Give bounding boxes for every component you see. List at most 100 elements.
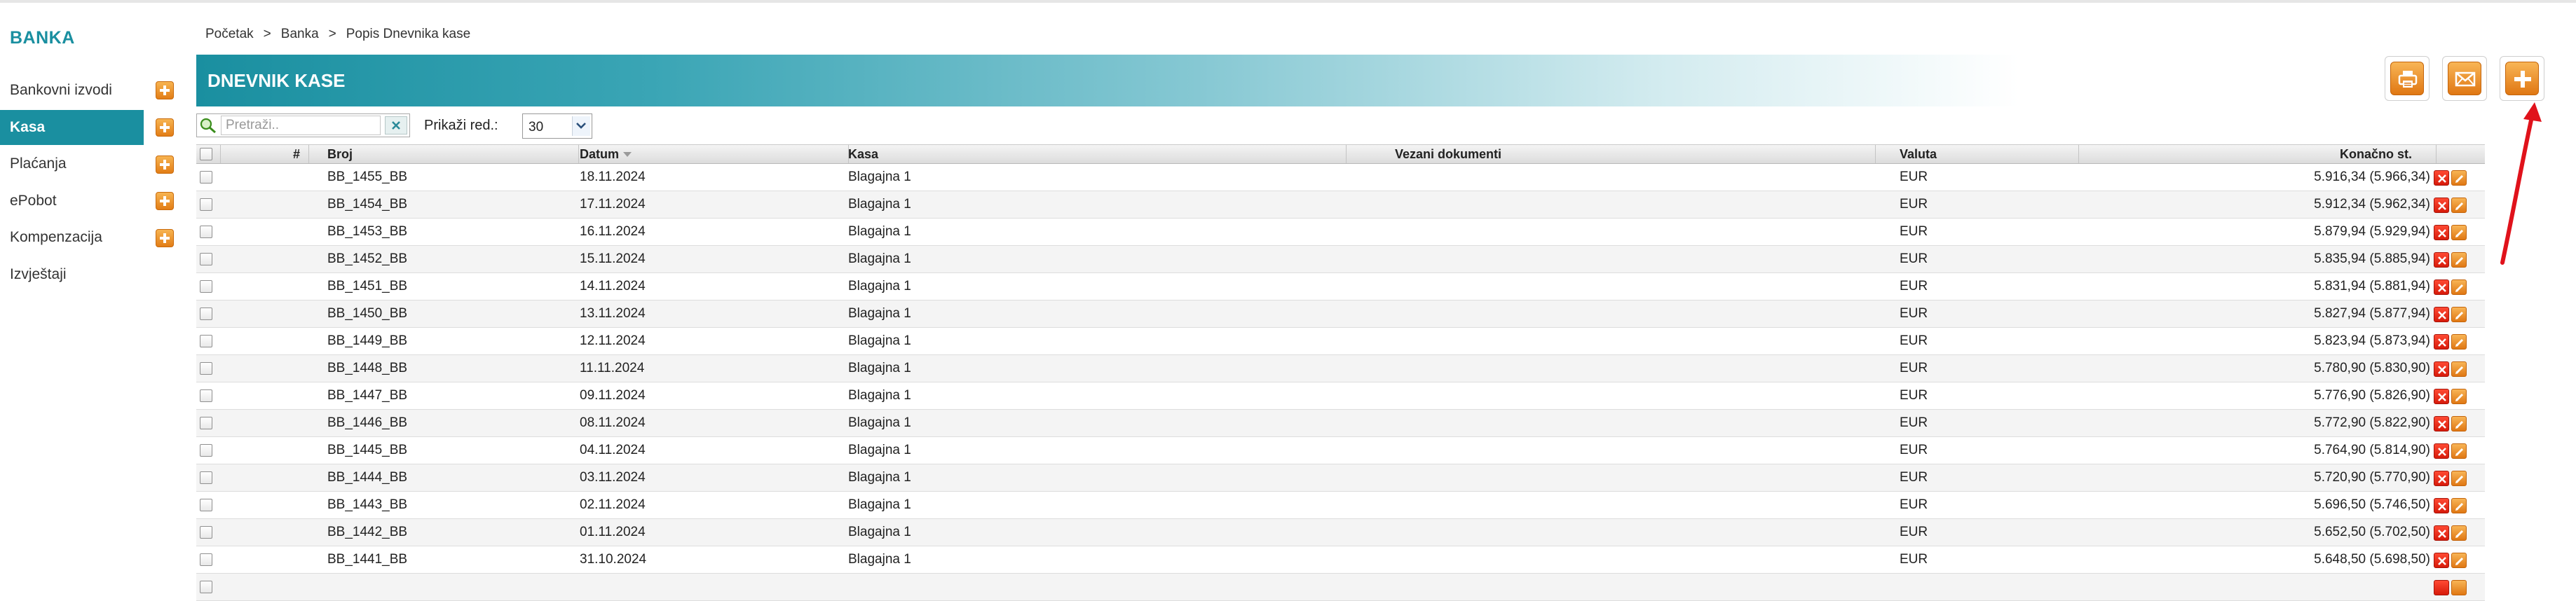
cell-broj[interactable]: BB_1454_BB: [327, 191, 407, 218]
search-input[interactable]: [221, 116, 381, 135]
email-button[interactable]: [2442, 56, 2487, 101]
cell-broj[interactable]: BB_1453_BB: [327, 219, 407, 245]
table-row[interactable]: BB_1454_BB 17.11.2024 Blagajna 1 EUR 5.912,3…: [196, 191, 2485, 219]
table-row[interactable]: BB_1441_BB 31.10.2024 Blagajna 1 EUR 5.648,5…: [196, 546, 2485, 574]
add-kompenzacija-icon[interactable]: [156, 229, 174, 247]
cell-broj[interactable]: BB_1447_BB: [327, 382, 407, 409]
cell-broj[interactable]: BB_1443_BB: [327, 492, 407, 518]
edit-button[interactable]: [2451, 471, 2467, 486]
edit-button[interactable]: [2451, 498, 2467, 513]
table-row[interactable]: BB_1445_BB 04.11.2024 Blagajna 1 EUR 5.764,9…: [196, 437, 2485, 464]
sidebar-item-izvjestaji[interactable]: Izvještaji: [0, 257, 144, 292]
delete-button[interactable]: [2434, 553, 2449, 568]
edit-button[interactable]: [2451, 225, 2467, 240]
table-row[interactable]: BB_1450_BB 13.11.2024 Blagajna 1 EUR 5.827,9…: [196, 300, 2485, 328]
rows-per-page-select[interactable]: 30: [522, 113, 592, 139]
table-row[interactable]: BB_1443_BB 02.11.2024 Blagajna 1 EUR 5.696,5…: [196, 492, 2485, 519]
column-header-konacno-stanje[interactable]: Konačno st.: [2340, 145, 2412, 163]
edit-button[interactable]: [2451, 252, 2467, 268]
cell-broj[interactable]: BB_1450_BB: [327, 300, 407, 327]
delete-button[interactable]: [2434, 416, 2449, 431]
column-header-datum[interactable]: Datum: [580, 145, 632, 163]
cell-broj[interactable]: BB_1452_BB: [327, 246, 407, 272]
add-placanje-icon[interactable]: [156, 156, 174, 174]
row-checkbox[interactable]: [200, 273, 212, 300]
row-checkbox[interactable]: [200, 410, 212, 436]
delete-button[interactable]: [2434, 334, 2449, 350]
table-row[interactable]: BB_1449_BB 12.11.2024 Blagajna 1 EUR 5.823,9…: [196, 328, 2485, 355]
cell-broj[interactable]: BB_1441_BB: [327, 546, 407, 573]
sidebar-item-kasa[interactable]: Kasa: [0, 110, 144, 145]
edit-button[interactable]: [2451, 198, 2467, 213]
edit-button[interactable]: [2451, 170, 2467, 186]
cell-broj[interactable]: BB_1455_BB: [327, 164, 407, 191]
edit-button[interactable]: [2451, 580, 2467, 595]
column-header-kasa[interactable]: Kasa: [848, 145, 878, 163]
select-all-checkbox[interactable]: [200, 145, 212, 163]
sidebar-item-epobot[interactable]: ePobot: [0, 184, 144, 219]
delete-button[interactable]: [2434, 389, 2449, 404]
row-checkbox[interactable]: [200, 519, 212, 546]
column-header-broj[interactable]: Broj: [327, 145, 353, 163]
table-row[interactable]: BB_1442_BB 01.11.2024 Blagajna 1 EUR 5.652,5…: [196, 519, 2485, 546]
table-row[interactable]: BB_1446_BB 08.11.2024 Blagajna 1 EUR 5.772,9…: [196, 410, 2485, 437]
breadcrumb-item-banka[interactable]: Banka: [281, 27, 319, 42]
delete-button[interactable]: [2434, 580, 2449, 595]
row-checkbox[interactable]: [200, 355, 212, 382]
delete-button[interactable]: [2434, 279, 2449, 295]
column-header-valuta[interactable]: Valuta: [1900, 145, 1937, 163]
delete-button[interactable]: [2434, 198, 2449, 213]
table-row[interactable]: [196, 574, 2485, 601]
delete-button[interactable]: [2434, 471, 2449, 486]
table-row[interactable]: BB_1444_BB 03.11.2024 Blagajna 1 EUR 5.720,9…: [196, 464, 2485, 492]
delete-button[interactable]: [2434, 498, 2449, 513]
delete-button[interactable]: [2434, 252, 2449, 268]
table-row[interactable]: BB_1447_BB 09.11.2024 Blagajna 1 EUR 5.776,9…: [196, 382, 2485, 410]
delete-button[interactable]: [2434, 525, 2449, 541]
clear-search-button[interactable]: [385, 116, 407, 134]
edit-button[interactable]: [2451, 525, 2467, 541]
cell-broj[interactable]: BB_1451_BB: [327, 273, 407, 300]
edit-button[interactable]: [2451, 279, 2467, 295]
edit-button[interactable]: [2451, 553, 2467, 568]
row-checkbox[interactable]: [200, 546, 212, 573]
edit-button[interactable]: [2451, 416, 2467, 431]
row-checkbox[interactable]: [200, 437, 212, 464]
delete-button[interactable]: [2434, 225, 2449, 240]
row-checkbox[interactable]: [200, 574, 212, 600]
delete-button[interactable]: [2434, 443, 2449, 459]
cell-broj[interactable]: BB_1449_BB: [327, 328, 407, 354]
print-button[interactable]: [2385, 56, 2430, 101]
edit-button[interactable]: [2451, 443, 2467, 459]
row-checkbox[interactable]: [200, 219, 212, 245]
sidebar-item-bankovni-izvodi[interactable]: Bankovni izvodi: [0, 73, 144, 108]
cell-broj[interactable]: BB_1445_BB: [327, 437, 407, 464]
row-checkbox[interactable]: [200, 328, 212, 354]
add-bankovni-izvod-icon[interactable]: [156, 81, 174, 99]
table-row[interactable]: BB_1453_BB 16.11.2024 Blagajna 1 EUR 5.879,9…: [196, 219, 2485, 246]
delete-button[interactable]: [2434, 170, 2449, 186]
row-checkbox[interactable]: [200, 164, 212, 191]
row-checkbox[interactable]: [200, 300, 212, 327]
edit-button[interactable]: [2451, 389, 2467, 404]
cell-broj[interactable]: BB_1442_BB: [327, 519, 407, 546]
row-checkbox[interactable]: [200, 246, 212, 272]
table-row[interactable]: BB_1455_BB 18.11.2024 Blagajna 1 EUR 5.916,3…: [196, 164, 2485, 191]
delete-button[interactable]: [2434, 361, 2449, 377]
sidebar-item-kompenzacija[interactable]: Kompenzacija: [0, 220, 144, 255]
add-epobot-icon[interactable]: [156, 192, 174, 210]
cell-broj[interactable]: BB_1444_BB: [327, 464, 407, 491]
sidebar-item-placanja[interactable]: Plaćanja: [0, 146, 144, 181]
row-checkbox[interactable]: [200, 464, 212, 491]
table-row[interactable]: BB_1448_BB 11.11.2024 Blagajna 1 EUR 5.780,9…: [196, 355, 2485, 382]
row-checkbox[interactable]: [200, 382, 212, 409]
edit-button[interactable]: [2451, 334, 2467, 350]
table-row[interactable]: BB_1452_BB 15.11.2024 Blagajna 1 EUR 5.835,9…: [196, 246, 2485, 273]
row-checkbox[interactable]: [200, 492, 212, 518]
add-button[interactable]: [2500, 56, 2544, 101]
edit-button[interactable]: [2451, 307, 2467, 322]
edit-button[interactable]: [2451, 361, 2467, 377]
cell-broj[interactable]: BB_1446_BB: [327, 410, 407, 436]
breadcrumb-item-pocetak[interactable]: Početak: [205, 27, 254, 42]
cell-broj[interactable]: BB_1448_BB: [327, 355, 407, 382]
